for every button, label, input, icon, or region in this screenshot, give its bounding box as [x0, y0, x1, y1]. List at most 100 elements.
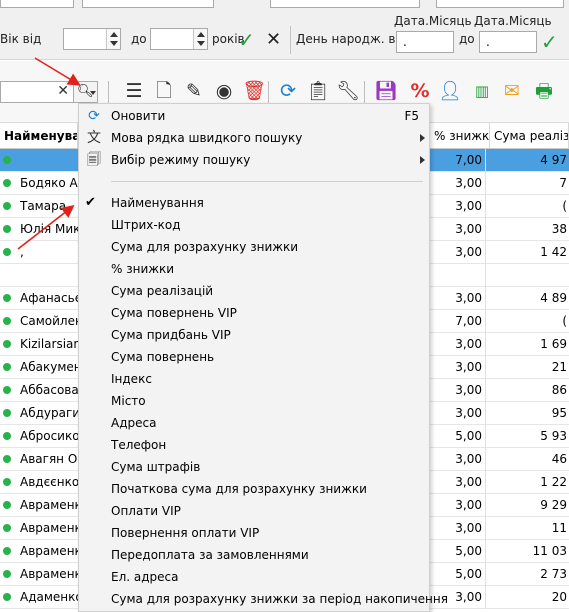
toolbar-separator: [108, 81, 109, 103]
menu-item-label: Індекс: [111, 372, 152, 386]
cell-sales-sum: 20: [551, 590, 567, 604]
menu-item-label: Телефон: [111, 438, 167, 452]
cell-name: Kizilarsian I: [20, 337, 78, 351]
cell-discount-pct: 3,00: [430, 402, 486, 425]
age-to-spinner[interactable]: [150, 28, 208, 50]
menu-item-label: Сума придбань VIP: [111, 328, 231, 342]
menu-item-search-field[interactable]: % знижки: [79, 258, 429, 280]
column-header-sales[interactable]: Сума реаліз: [490, 123, 569, 149]
menu-item-search-field[interactable]: Повернення оплати VIP: [79, 522, 429, 544]
add-document-icon[interactable]: 🗋: [152, 80, 176, 102]
cell-sales-sum: 7: [559, 176, 567, 190]
wrench-icon[interactable]: 🔧︎: [336, 80, 360, 102]
cell-sales-sum: 95: [551, 406, 567, 420]
menu-item-search-field[interactable]: ✔ Найменування: [79, 192, 429, 214]
column-header-name[interactable]: Найменування: [0, 123, 78, 149]
filter-top-field-2[interactable]: [82, 0, 214, 8]
add-user-icon[interactable]: 👤︎: [438, 80, 462, 102]
cell-discount-pct: 3,00: [430, 195, 486, 218]
view-eye-icon[interactable]: ◉: [212, 80, 236, 102]
menu-item-label: Початкова сума для розрахунку знижки: [111, 482, 367, 496]
delete-trash-icon[interactable]: 🗑︎: [242, 80, 266, 102]
menu-item-search-field[interactable]: Сума повернень: [79, 346, 429, 368]
cell-discount-pct: [430, 264, 486, 287]
birthday-from-label: День народж. від: [296, 32, 408, 46]
mail-envelope-icon[interactable]: ✉: [500, 80, 524, 102]
quick-search-input[interactable]: ✕: [0, 81, 74, 103]
birthday-to-input[interactable]: .: [479, 31, 537, 53]
menu-item-search-field[interactable]: Індекс: [79, 368, 429, 390]
status-dot: [3, 478, 11, 486]
cell-discount-pct: 3,00: [430, 494, 486, 517]
clear-age-close-icon[interactable]: ✕: [266, 31, 281, 49]
menu-item-search-field[interactable]: Адреса: [79, 412, 429, 434]
status-dot: [3, 317, 11, 325]
menu-item-search-field[interactable]: Місто: [79, 390, 429, 412]
cell-sales-sum: 1 69: [540, 337, 567, 351]
search-mode-dropdown-menu: ⟳ Оновити F5 文 Мова рядка швидкого пошук…: [78, 103, 448, 612]
cell-name: Авагян Ок: [20, 452, 78, 466]
menu-item-label: Сума для розрахунку знижки за період нак…: [111, 592, 448, 606]
menu-item-label: Сума штрафів: [111, 460, 201, 474]
print-icon[interactable]: 🖶︎: [532, 80, 556, 102]
menu-item-search-field[interactable]: Штрих-код: [79, 214, 429, 236]
refresh-icon[interactable]: ⟳: [276, 80, 300, 102]
clear-search-close-icon[interactable]: ✕: [57, 83, 69, 99]
menu-item-search-field[interactable]: Передоплата за замовленнями: [79, 544, 429, 566]
barcode-card-icon[interactable]: ▥: [470, 80, 494, 102]
filter-top-field-1[interactable]: [0, 0, 74, 8]
cell-sales-sum: 46: [551, 452, 567, 466]
edit-pencil-icon[interactable]: ✎: [182, 80, 206, 102]
menu-item-label: Ел. адреса: [111, 570, 179, 584]
refresh-icon: ⟳: [88, 108, 100, 124]
menu-item-search-field[interactable]: Сума штрафів: [79, 456, 429, 478]
percent-icon[interactable]: %: [408, 80, 432, 102]
filter-divider: [290, 26, 291, 54]
menu-item-search-field[interactable]: Сума реалізацій: [79, 280, 429, 302]
filter-top-field-3[interactable]: [270, 0, 420, 8]
menu-item-refresh[interactable]: ⟳ Оновити F5: [79, 105, 429, 127]
cell-discount-pct: 3,00: [430, 379, 486, 402]
search-mode-button[interactable]: 🔍︎: [74, 81, 98, 103]
status-dot: [3, 363, 11, 371]
cell-discount-pct: 3,00: [430, 333, 486, 356]
status-dot: [3, 455, 11, 463]
cell-discount-pct: 3,00: [430, 471, 486, 494]
cell-name: ,: [20, 245, 24, 259]
toolbar-separator: [268, 81, 269, 103]
menu-item-search-mode[interactable]: 🗐 Вибір режиму пошуку: [79, 149, 429, 171]
toolbar-separator: [364, 81, 365, 103]
menu-item-search-field[interactable]: Сума повернень VIP: [79, 302, 429, 324]
column-header-discount[interactable]: % знижки: [430, 123, 490, 149]
age-from-spinner[interactable]: [63, 28, 121, 50]
clipboard-icon[interactable]: 📋︎: [306, 80, 330, 102]
menu-item-search-field[interactable]: Сума для розрахунку знижки за період нак…: [79, 588, 448, 610]
filter-top-field-4[interactable]: [436, 0, 564, 8]
menu-item-search-field[interactable]: Оплати VIP: [79, 500, 429, 522]
menu-item-label: Оновити: [111, 109, 166, 123]
menu-item-search-field[interactable]: Початкова сума для розрахунку знижки: [79, 478, 429, 500]
cell-name: Афанасье: [20, 291, 78, 305]
cell-name: Юлія Мик: [20, 222, 78, 236]
menu-item-search-field[interactable]: Сума для розрахунку знижки: [79, 236, 429, 258]
cell-name: Аббасова: [20, 383, 78, 397]
cell-discount-pct: 5,00: [430, 563, 486, 586]
cell-name: Адаменко: [20, 590, 78, 604]
cell-sales-sum: 11: [551, 521, 567, 535]
cell-sales-sum: (: [562, 199, 567, 213]
menu-item-quick-search-language[interactable]: 文 Мова рядка швидкого пошуку: [79, 127, 429, 149]
cell-sales-sum: 38: [551, 222, 567, 236]
filter-icon[interactable]: ☰: [122, 80, 146, 102]
menu-item-search-field[interactable]: Телефон: [79, 434, 429, 456]
menu-item-label: Сума повернень VIP: [111, 306, 237, 320]
menu-item-search-field[interactable]: Сума придбань VIP: [79, 324, 429, 346]
save-menu-icon[interactable]: 💾︎: [374, 80, 398, 102]
status-dot: [3, 409, 11, 417]
menu-item-label: Сума реалізацій: [111, 284, 214, 298]
apply-age-check-icon[interactable]: ✓: [238, 30, 255, 50]
date-month-hint-2: Дата.Місяць: [474, 14, 552, 28]
birthday-from-input[interactable]: .: [396, 31, 454, 53]
apply-birthday-check-icon[interactable]: ✓: [541, 32, 558, 52]
menu-item-label: Найменування: [111, 196, 204, 210]
menu-item-search-field[interactable]: Ел. адреса: [79, 566, 429, 588]
